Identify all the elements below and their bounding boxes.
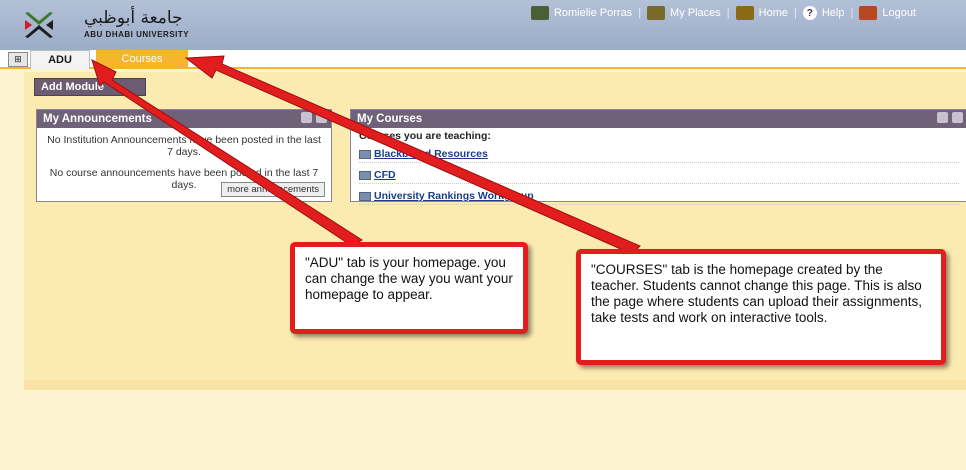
arrow-to-adu-tab xyxy=(91,59,363,247)
courses-tab-callout: "COURSES" tab is the homepage created by… xyxy=(576,249,946,365)
adu-tab-callout: "ADU" tab is your homepage. you can chan… xyxy=(290,242,528,334)
annotation-arrows xyxy=(91,55,641,255)
arrow-to-courses-tab xyxy=(184,55,641,255)
